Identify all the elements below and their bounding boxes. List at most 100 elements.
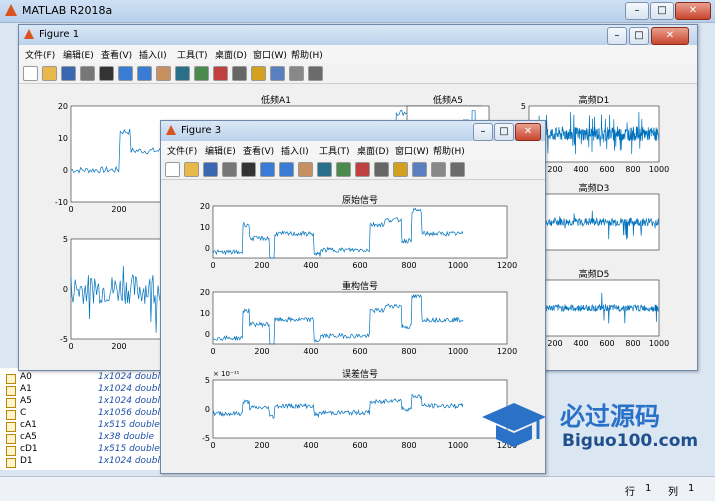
fig3-close-button[interactable]: ✕ — [515, 123, 541, 141]
workspace-row[interactable]: C 1x1056 double — [0, 408, 166, 420]
brush-icon[interactable] — [213, 66, 228, 81]
menu-item[interactable]: 插入(I) — [139, 48, 167, 61]
colorbar-icon[interactable] — [251, 66, 266, 81]
menu-item[interactable]: 帮助(H) — [433, 144, 465, 157]
pan-icon[interactable] — [156, 66, 171, 81]
figure-3-toolbar — [161, 159, 545, 180]
workspace-row[interactable]: cA1 1x515 double — [0, 420, 165, 432]
variable-value: 1x1024 double — [98, 384, 166, 394]
col-value: 1 — [688, 483, 695, 494]
x-tick-label: 600 — [599, 165, 614, 174]
variable-icon — [6, 374, 16, 384]
zoom-out-icon[interactable] — [279, 162, 294, 177]
workspace-row[interactable]: cD1 1x515 double — [0, 444, 165, 456]
workspace-row[interactable]: D1 1x1024 double — [0, 456, 166, 468]
close-button[interactable]: ✕ — [675, 2, 711, 20]
figure-1-title: Figure 1 — [39, 29, 80, 40]
rotate-icon[interactable] — [175, 66, 190, 81]
minimize-button[interactable]: – — [625, 2, 649, 20]
y-tick-label: 10 — [58, 134, 68, 143]
variable-icon — [6, 422, 16, 432]
workspace-row[interactable]: cA5 1x38 double — [0, 432, 165, 444]
fig3-minimize-button[interactable]: – — [473, 123, 493, 141]
data-cursor-icon[interactable] — [194, 66, 209, 81]
menu-item[interactable]: 窗口(W) — [395, 144, 429, 157]
save-icon[interactable] — [203, 162, 218, 177]
legend-icon[interactable] — [412, 162, 427, 177]
x-tick-label: 200 — [111, 342, 126, 351]
menu-item[interactable]: 编辑(E) — [205, 144, 236, 157]
x-tick-label: 1200 — [497, 261, 517, 270]
zoom-out-icon[interactable] — [137, 66, 152, 81]
show-tools-icon[interactable] — [450, 162, 465, 177]
menu-item[interactable]: 文件(F) — [167, 144, 197, 157]
colorbar-icon[interactable] — [393, 162, 408, 177]
menu-item[interactable]: 插入(I) — [281, 144, 309, 157]
row-value: 1 — [645, 483, 652, 494]
x-tick-label: 200 — [254, 261, 269, 270]
x-tick-label: 0 — [210, 347, 215, 356]
link-icon[interactable] — [374, 162, 389, 177]
menu-item[interactable]: 文件(F) — [25, 48, 55, 61]
workspace-row[interactable]: A0 1x1024 double — [0, 372, 166, 384]
axes-title: 原始信号 — [342, 194, 378, 206]
x-tick-label: 600 — [352, 347, 367, 356]
hide-tools-icon[interactable] — [431, 162, 446, 177]
menu-item[interactable]: 桌面(D) — [357, 144, 389, 157]
x-tick-label: 0 — [68, 205, 73, 214]
watermark-logo: 必过源码 Biguo100.com — [480, 395, 710, 455]
x-tick-label: 400 — [573, 165, 588, 174]
data-cursor-icon[interactable] — [336, 162, 351, 177]
pointer-icon[interactable] — [241, 162, 256, 177]
x-tick-label: 0 — [210, 261, 215, 270]
zoom-in-icon[interactable] — [118, 66, 133, 81]
open-file-icon[interactable] — [184, 162, 199, 177]
maximize-button[interactable]: □ — [650, 2, 674, 20]
save-icon[interactable] — [61, 66, 76, 81]
matlab-titlebar: MATLAB R2018a – □ ✕ — [0, 0, 715, 23]
fig1-minimize-button[interactable]: – — [607, 27, 627, 45]
x-tick-label: 800 — [401, 347, 416, 356]
menu-item[interactable]: 编辑(E) — [63, 48, 94, 61]
legend-icon[interactable] — [270, 66, 285, 81]
variable-value: 1x38 double — [98, 432, 155, 442]
figure-3-titlebar[interactable]: Figure 3 – □ ✕ — [161, 121, 545, 141]
menu-item[interactable]: 帮助(H) — [291, 48, 323, 61]
brush-icon[interactable] — [355, 162, 370, 177]
figure-1-titlebar[interactable]: Figure 1 – □ ✕ — [19, 25, 697, 45]
print-icon[interactable] — [222, 162, 237, 177]
axes-title: 高频D5 — [579, 268, 610, 280]
figure-icon — [166, 125, 176, 135]
menu-item[interactable]: 查看(V) — [101, 48, 132, 61]
y-tick-label: 0 — [205, 330, 210, 339]
workspace-row[interactable]: A5 1x1024 double — [0, 396, 166, 408]
menu-item[interactable]: 工具(T) — [319, 144, 350, 157]
link-icon[interactable] — [232, 66, 247, 81]
new-file-icon[interactable] — [165, 162, 180, 177]
new-file-icon[interactable] — [23, 66, 38, 81]
y-tick-label: 0 — [205, 405, 210, 414]
menu-item[interactable]: 窗口(W) — [253, 48, 287, 61]
variable-name: D1 — [20, 456, 33, 466]
menu-item[interactable]: 查看(V) — [243, 144, 274, 157]
fig3-maximize-button[interactable]: □ — [494, 123, 514, 141]
menu-item[interactable]: 桌面(D) — [215, 48, 247, 61]
menu-item[interactable]: 工具(T) — [177, 48, 208, 61]
fig1-maximize-button[interactable]: □ — [629, 27, 649, 45]
y-tick-label: 5 — [205, 376, 210, 385]
x-tick-label: 200 — [547, 339, 562, 348]
fig1-close-button[interactable]: ✕ — [651, 27, 689, 45]
show-tools-icon[interactable] — [308, 66, 323, 81]
x-tick-label: 800 — [401, 261, 416, 270]
rotate-icon[interactable] — [317, 162, 332, 177]
zoom-in-icon[interactable] — [260, 162, 275, 177]
open-file-icon[interactable] — [42, 66, 57, 81]
figure-3-title: Figure 3 — [181, 125, 222, 136]
pointer-icon[interactable] — [99, 66, 114, 81]
hide-tools-icon[interactable] — [289, 66, 304, 81]
y-tick-label: -10 — [55, 198, 68, 207]
pan-icon[interactable] — [298, 162, 313, 177]
print-icon[interactable] — [80, 66, 95, 81]
workspace-row[interactable]: A1 1x1024 double — [0, 384, 166, 396]
figure-icon — [24, 29, 34, 39]
